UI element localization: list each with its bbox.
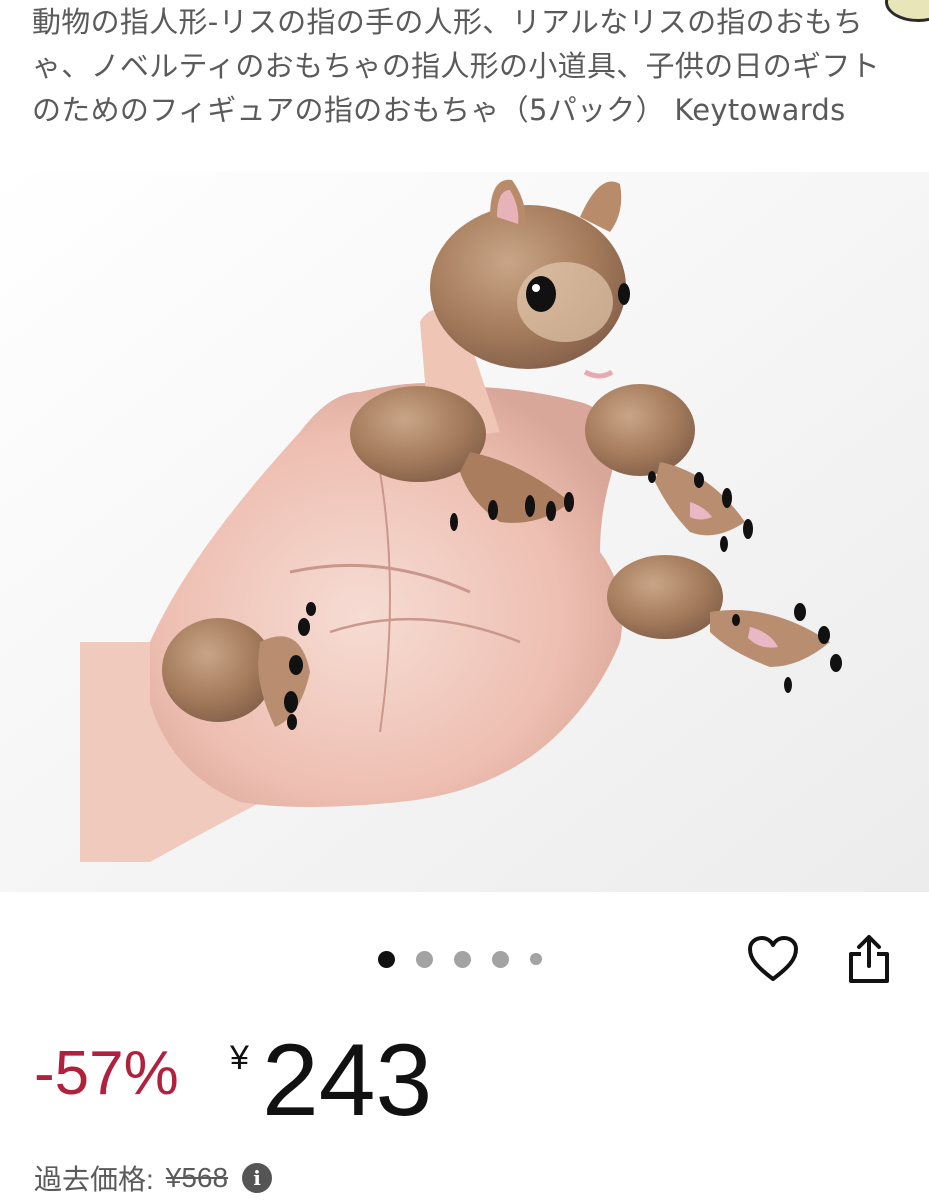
carousel-dot-5[interactable] xyxy=(530,953,542,965)
past-price-row: 過去価格: ¥568 i xyxy=(34,1156,273,1200)
current-price: 243 xyxy=(262,1023,433,1137)
share-button[interactable] xyxy=(838,930,900,988)
share-icon xyxy=(849,935,889,983)
heart-outline-icon xyxy=(748,936,798,981)
info-icon[interactable]: i xyxy=(242,1163,273,1193)
product-image[interactable] xyxy=(0,172,929,892)
carousel-dot-2[interactable] xyxy=(416,950,433,968)
product-title: 動物の指人形-リスの指の手の人形、リアルなリスの指のおもちゃ、ノベルティのおもち… xyxy=(32,5,880,127)
product-detail-page: 動物の指人形-リスの指の手の人形、リアルなリスの指のおもちゃ、ノベルティのおもち… xyxy=(0,0,929,1200)
carousel-dot-4[interactable] xyxy=(492,950,509,968)
carousel-dot-1[interactable] xyxy=(378,950,395,968)
image-carousel-indicator[interactable] xyxy=(378,949,542,969)
wishlist-button[interactable] xyxy=(742,930,804,988)
currency-symbol: ¥ xyxy=(230,1039,249,1077)
past-price-label: 過去価格: xyxy=(34,1164,154,1195)
past-price: ¥568 xyxy=(165,1162,229,1193)
product-photo xyxy=(0,172,929,892)
carousel-dot-3[interactable] xyxy=(454,950,471,968)
discount-percent: -57% xyxy=(34,1039,179,1108)
